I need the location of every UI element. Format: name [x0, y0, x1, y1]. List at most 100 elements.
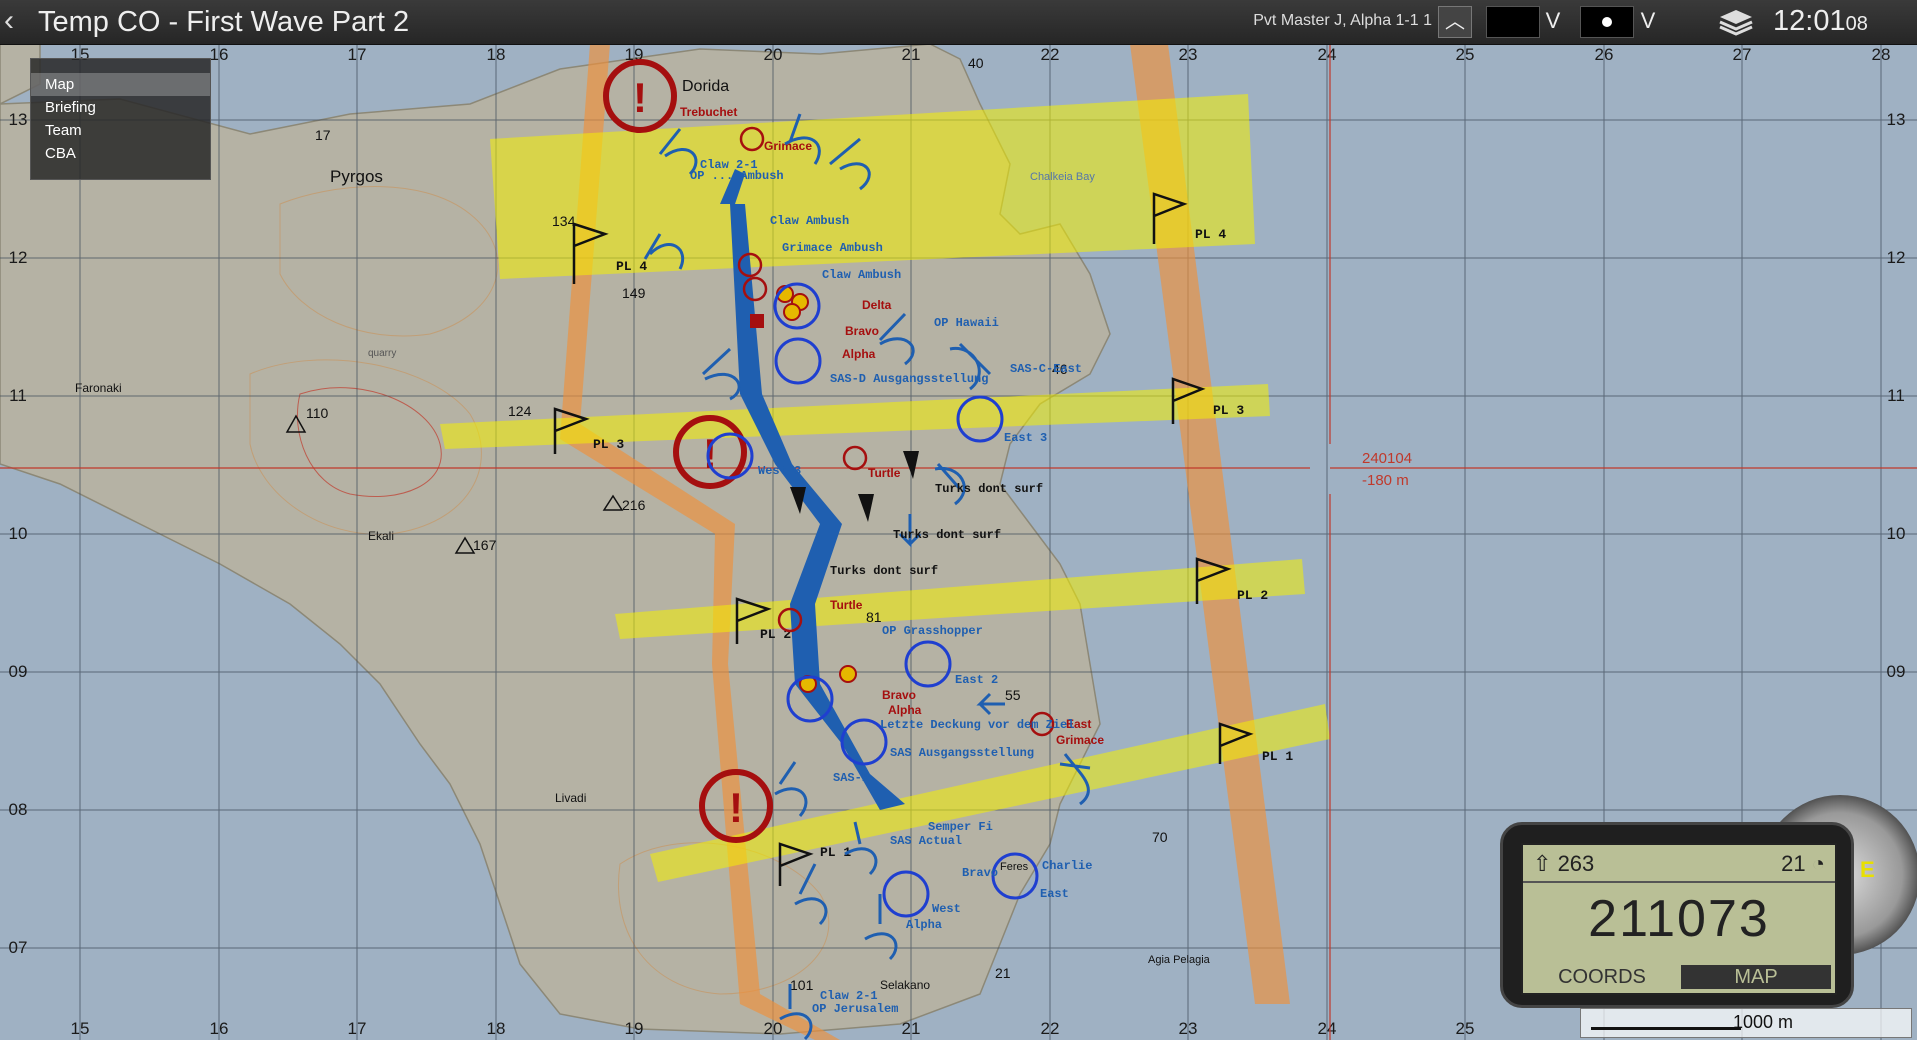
friendly-label: West [932, 902, 961, 916]
cursor-elevation: -180 m [1362, 472, 1409, 489]
place-name: Feres [1000, 861, 1029, 873]
friendly-label: Claw Ambush [770, 214, 849, 228]
spot-height: 40 [968, 55, 984, 71]
enemy-label: Trebuchet [680, 105, 737, 119]
friendly-label: Claw Ambush [822, 268, 901, 282]
grid-label-y: 12 [9, 248, 28, 267]
grid-label-y: 11 [1887, 386, 1905, 405]
friendly-label: Letzte Deckung vor dem Ziel [880, 718, 1074, 732]
layers-icon[interactable] [1718, 8, 1754, 36]
exclamation-icon: ! [633, 74, 647, 121]
friendly-label: Grimace Ambush [782, 241, 883, 255]
spot-height: 81 [866, 609, 882, 625]
grid-label-x: 24 [1318, 45, 1337, 64]
place-name: Livadi [555, 791, 586, 805]
friendly-label: East 3 [1004, 431, 1047, 445]
enemy-label: Turtle [868, 466, 901, 480]
scale-label: 1000 m [1733, 1012, 1794, 1032]
place-name: Agia Pelagia [1148, 954, 1211, 966]
friendly-label: SAS Actual [890, 834, 962, 848]
enemy-label: Delta [862, 298, 892, 312]
enemy-label: Grimace [1056, 733, 1104, 747]
marker-shape-button[interactable] [1580, 6, 1634, 38]
grid-label-y: 12 [1887, 248, 1906, 267]
grid-label-x: 15 [71, 1019, 90, 1038]
phase-line-label: PL 3 [593, 437, 624, 452]
friendly-label: Turks dont surf [830, 564, 938, 578]
friendly-label: OP ... Ambush [690, 169, 784, 183]
gps-coords-button[interactable]: COORDS [1527, 965, 1677, 989]
grid-label-x: 25 [1456, 45, 1475, 64]
chevron-up-button[interactable]: ︿ [1438, 6, 1472, 38]
spot-height: 21 [995, 965, 1011, 981]
friendly-label: Turks dont surf [893, 528, 1001, 542]
objective-icon [839, 665, 857, 683]
grid-label-x: 17 [348, 45, 367, 64]
menu-item-map[interactable]: Map [31, 73, 210, 96]
grid-label-x: 17 [348, 1019, 367, 1038]
chevron-down-icon[interactable]: V [1540, 6, 1566, 36]
grid-label-x: 25 [1456, 1019, 1475, 1038]
spot-height: 167 [473, 537, 497, 553]
friendly-label: Alpha [906, 918, 942, 932]
grid-label-x: 18 [487, 1019, 506, 1038]
spot-height: 149 [622, 285, 646, 301]
friendly-label: Turks dont surf [935, 482, 1043, 496]
menu-item-cba[interactable]: CBA [31, 142, 210, 165]
grid-label-x: 27 [1733, 45, 1752, 64]
grid-label-x: 28 [1872, 45, 1891, 64]
grid-label-y: 08 [9, 800, 28, 819]
map-scale: 1000 m [1580, 1008, 1912, 1038]
color-swatch-button[interactable] [1486, 6, 1540, 38]
cursor-grid: 240104 [1362, 450, 1412, 467]
friendly-label: West 3 [758, 464, 801, 478]
grid-label-x: 21 [902, 1019, 921, 1038]
menu-item-team[interactable]: Team [31, 119, 210, 142]
grid-label-x: 16 [210, 1019, 229, 1038]
menu-item-briefing[interactable]: Briefing [31, 96, 210, 119]
grid-label-y: 11 [9, 386, 27, 405]
friendly-label: Charlie [1042, 859, 1092, 873]
phase-line-label: PL 4 [616, 259, 647, 274]
heading-arrow-icon: ⇧ [1533, 851, 1552, 876]
spot-height: 70 [1152, 829, 1168, 845]
grid-label-x: 18 [487, 45, 506, 64]
chevron-left-icon[interactable]: ‹ [4, 6, 26, 38]
friendly-label: East 2 [955, 673, 998, 687]
grid-label-y: 10 [9, 524, 28, 543]
spot-height: 17 [315, 127, 331, 143]
enemy-label: Bravo [845, 324, 879, 338]
grid-label-y: 09 [1887, 662, 1906, 681]
chevron-down-icon[interactable]: V [1635, 6, 1661, 36]
grid-label-x: 22 [1041, 45, 1060, 64]
top-bar: ‹ Temp CO - First Wave Part 2 Pvt Master… [0, 0, 1917, 45]
enemy-label: Alpha [888, 703, 922, 717]
friendly-label: Claw 2-1 [820, 989, 878, 1003]
place-name: Chalkeia Bay [1030, 171, 1095, 183]
grid-label-x: 16 [210, 45, 229, 64]
friendly-label: Semper Fi [928, 820, 993, 834]
grid-label-y: 07 [9, 938, 28, 957]
grid-label-x: 21 [902, 45, 921, 64]
grid-label-x: 20 [764, 45, 783, 64]
grid-label-y: 13 [1887, 110, 1906, 129]
place-name: Faronaki [75, 381, 122, 395]
map-menu: Map Briefing Team CBA [30, 58, 211, 180]
compass-direction: E [1860, 857, 1875, 882]
gps-speed: 21 ◔ [1781, 851, 1825, 876]
gps-map-button[interactable]: MAP [1681, 965, 1831, 989]
enemy-label: Bravo [882, 688, 916, 702]
mission-title: Temp CO - First Wave Part 2 [38, 6, 410, 38]
grid-label-x: 23 [1179, 45, 1198, 64]
grid-label-x: 24 [1318, 1019, 1337, 1038]
spot-height: 134 [552, 213, 576, 229]
place-name: Pyrgos [330, 167, 383, 186]
scale-bar-line [1591, 1027, 1741, 1030]
gps-grid-value: 211073 [1588, 890, 1770, 948]
spot-height: 55 [1005, 687, 1021, 703]
grid-label-x: 19 [625, 1019, 644, 1038]
friendly-label: OP Grasshopper [882, 624, 983, 638]
friendly-label: OP Jerusalem [812, 1002, 898, 1016]
grid-label-x: 23 [1179, 1019, 1198, 1038]
gps-divider [1523, 881, 1835, 883]
